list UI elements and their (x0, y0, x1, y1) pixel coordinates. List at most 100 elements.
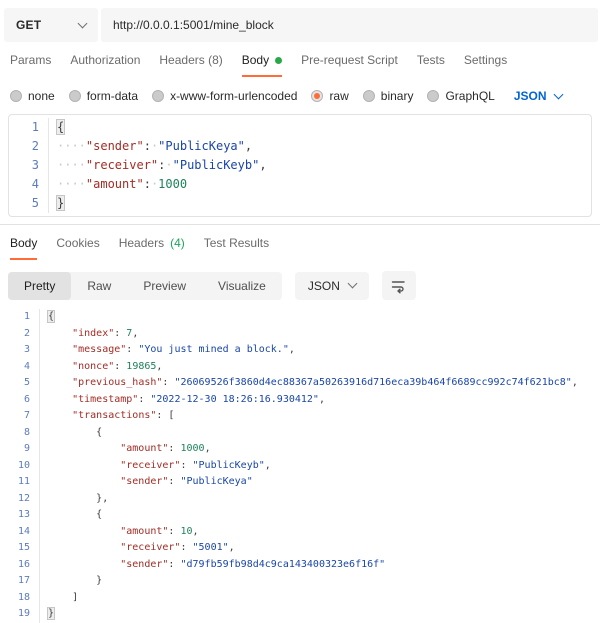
chevron-down-icon (347, 279, 357, 289)
radio-label: binary (381, 89, 414, 103)
tab-body[interactable]: Body (242, 53, 282, 77)
response-toolbar: PrettyRawPreviewVisualize JSON (8, 271, 600, 300)
code-content: } (49, 194, 64, 213)
code-content: "sender": "PublicKeya" (40, 474, 253, 491)
line-number: 5 (0, 375, 40, 392)
code-content: ····"amount":·1000 (49, 175, 187, 194)
radio-label: raw (329, 89, 348, 103)
view-segment-visualize[interactable]: Visualize (202, 272, 282, 300)
line-number: 2 (9, 137, 49, 156)
body-type-none[interactable]: none (10, 89, 55, 103)
code-content: { (40, 425, 102, 442)
code-line: 5} (9, 194, 591, 213)
code-line: 3····"receiver":·"PublicKeyb", (9, 156, 591, 175)
modified-indicator-dot (275, 57, 282, 64)
code-content: "sender": "d79fb59fb98d4c9ca143400323e6f… (40, 557, 385, 574)
radio-label: x-www-form-urlencoded (170, 89, 297, 103)
radio-label: GraphQL (445, 89, 494, 103)
body-type-x-www-form-urlencoded[interactable]: x-www-form-urlencoded (152, 89, 297, 103)
tab-pre-request-script[interactable]: Pre-request Script (301, 53, 398, 77)
radio-label: none (28, 89, 55, 103)
tab-label: Pre-request Script (301, 53, 398, 67)
line-number: 17 (0, 573, 40, 590)
line-number: 8 (0, 425, 40, 442)
response-tab-test-results[interactable]: Test Results (204, 236, 269, 260)
line-number: 2 (0, 326, 40, 343)
code-content: ····"receiver":·"PublicKeyb", (49, 156, 267, 175)
code-content: "receiver": "PublicKeyb", (40, 458, 271, 475)
wrap-text-icon (390, 277, 407, 294)
view-segment-raw[interactable]: Raw (71, 272, 127, 300)
wrap-text-button[interactable] (382, 271, 416, 300)
line-number: 11 (0, 474, 40, 491)
response-tab-body[interactable]: Body (10, 236, 37, 260)
radio-icon (311, 90, 323, 102)
code-line: 1{ (0, 309, 600, 326)
response-tab-headers[interactable]: Headers (4) (119, 236, 185, 260)
radio-icon (10, 90, 22, 102)
tab-label: Body (242, 53, 269, 67)
response-view-segments: PrettyRawPreviewVisualize (8, 272, 282, 300)
line-number: 3 (0, 342, 40, 359)
line-number: 7 (0, 408, 40, 425)
line-number: 6 (0, 392, 40, 409)
code-content: } (40, 573, 102, 590)
body-type-form-data[interactable]: form-data (69, 89, 138, 103)
code-line: 2 "index": 7, (0, 326, 600, 343)
line-number: 12 (0, 491, 40, 508)
chevron-down-icon (553, 89, 563, 99)
line-number: 4 (0, 359, 40, 376)
line-number: 3 (9, 156, 49, 175)
tab-label: Settings (464, 53, 507, 67)
line-number: 9 (0, 441, 40, 458)
view-segment-pretty[interactable]: Pretty (8, 272, 71, 300)
code-line: 12 }, (0, 491, 600, 508)
line-number: 1 (9, 118, 49, 137)
section-divider (0, 224, 600, 225)
code-content: "timestamp": "2022-12-30 18:26:16.930412… (40, 392, 325, 409)
response-body-editor[interactable]: 1{2 "index": 7,3 "message": "You just mi… (0, 309, 600, 623)
line-number: 4 (9, 175, 49, 194)
response-tab-cookies[interactable]: Cookies (56, 236, 99, 260)
line-number: 19 (0, 606, 40, 623)
response-language-select[interactable]: JSON (295, 272, 369, 300)
tab-settings[interactable]: Settings (464, 53, 507, 77)
code-content: "amount": 1000, (40, 441, 211, 458)
request-body-editor[interactable]: 1{2····"sender":·"PublicKeya",3····"rece… (8, 114, 592, 217)
line-number: 18 (0, 590, 40, 607)
code-line: 8 { (0, 425, 600, 442)
tab-label: Tests (417, 53, 445, 67)
tab-headers-8[interactable]: Headers (8) (159, 53, 222, 77)
radio-label: form-data (87, 89, 138, 103)
code-content: "nonce": 19865, (40, 359, 162, 376)
tab-label: Authorization (70, 53, 140, 67)
code-content: } (40, 606, 54, 623)
code-content: { (49, 118, 64, 137)
body-type-binary[interactable]: binary (363, 89, 414, 103)
url-input[interactable] (101, 8, 598, 42)
tab-authorization[interactable]: Authorization (70, 53, 140, 77)
method-select[interactable]: GET (4, 8, 98, 42)
line-number: 14 (0, 524, 40, 541)
code-line: 19} (0, 606, 600, 623)
line-number: 16 (0, 557, 40, 574)
tab-tests[interactable]: Tests (417, 53, 445, 77)
raw-language-label: JSON (514, 89, 547, 103)
code-line: 6 "timestamp": "2022-12-30 18:26:16.9304… (0, 392, 600, 409)
radio-icon (363, 90, 375, 102)
line-number: 5 (9, 194, 49, 213)
method-label: GET (16, 18, 41, 32)
tab-params[interactable]: Params (10, 53, 51, 77)
code-line: 14 "amount": 10, (0, 524, 600, 541)
view-segment-preview[interactable]: Preview (127, 272, 202, 300)
code-line: 7 "transactions": [ (0, 408, 600, 425)
body-type-raw[interactable]: raw (311, 89, 348, 103)
response-meta-tabs: Body Cookies Headers (4) Test Results (10, 236, 600, 260)
tab-label: Test Results (204, 236, 269, 250)
radio-icon (69, 90, 81, 102)
code-content: ] (40, 590, 78, 607)
code-content: "index": 7, (40, 326, 138, 343)
raw-language-select[interactable]: JSON (514, 89, 562, 103)
body-type-graphql[interactable]: GraphQL (427, 89, 494, 103)
code-line: 13 { (0, 507, 600, 524)
